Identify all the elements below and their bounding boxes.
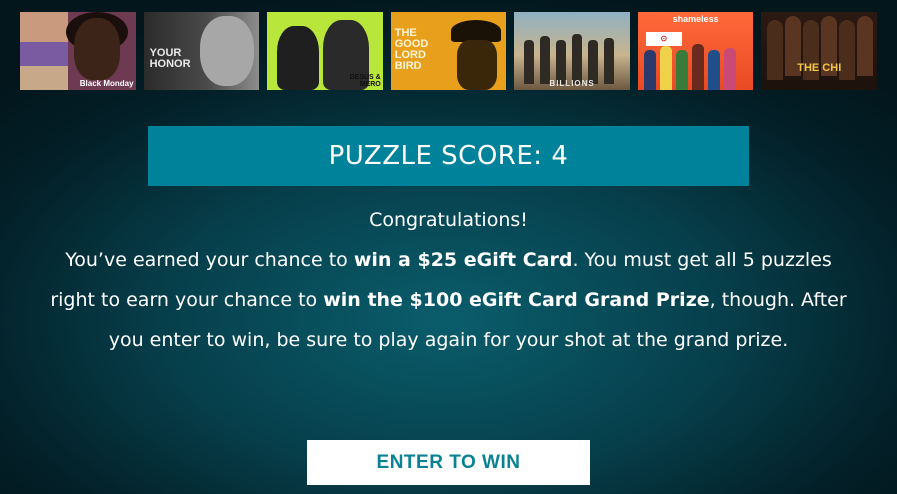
poster-title: shameless: [672, 14, 719, 24]
poster-title: THE GOOD LORD BIRD: [394, 27, 429, 72]
poster-title: Black Monday: [79, 79, 134, 88]
poster-title: BILLIONS: [549, 79, 595, 88]
poster-shameless[interactable]: ⊙ shameless: [637, 12, 754, 90]
poster-title: YOUR HONOR: [149, 47, 191, 70]
poster-your-honor[interactable]: YOUR HONOR: [143, 12, 260, 90]
poster-billions[interactable]: BILLIONS: [514, 12, 630, 90]
poster-title: THE CHI: [797, 62, 842, 74]
puzzle-score-banner: PUZZLE SCORE: 4: [148, 126, 749, 186]
show-poster-strip: Black Monday YOUR HONOR DESUS & MERO THE…: [20, 12, 878, 90]
poster-good-lord-bird[interactable]: THE GOOD LORD BIRD: [390, 12, 507, 90]
congratulations-heading: Congratulations!: [369, 209, 528, 231]
prize-100-text: win the $100 eGift Card Grand Prize: [323, 289, 710, 311]
prize-25-text: win a $25 eGift Card: [353, 249, 573, 271]
poster-title: DESUS & MERO: [349, 74, 381, 88]
poster-the-chi[interactable]: THE CHI: [761, 12, 878, 90]
result-message: Congratulations! You’ve earned your chan…: [40, 200, 857, 360]
result-body: You’ve earned your chance to win a $25 e…: [50, 249, 847, 351]
enter-to-win-button[interactable]: ENTER TO WIN: [307, 440, 590, 485]
sign-icon: ⊙: [645, 32, 682, 46]
poster-black-monday[interactable]: Black Monday: [20, 12, 136, 90]
poster-desus-mero[interactable]: DESUS & MERO: [267, 12, 383, 90]
